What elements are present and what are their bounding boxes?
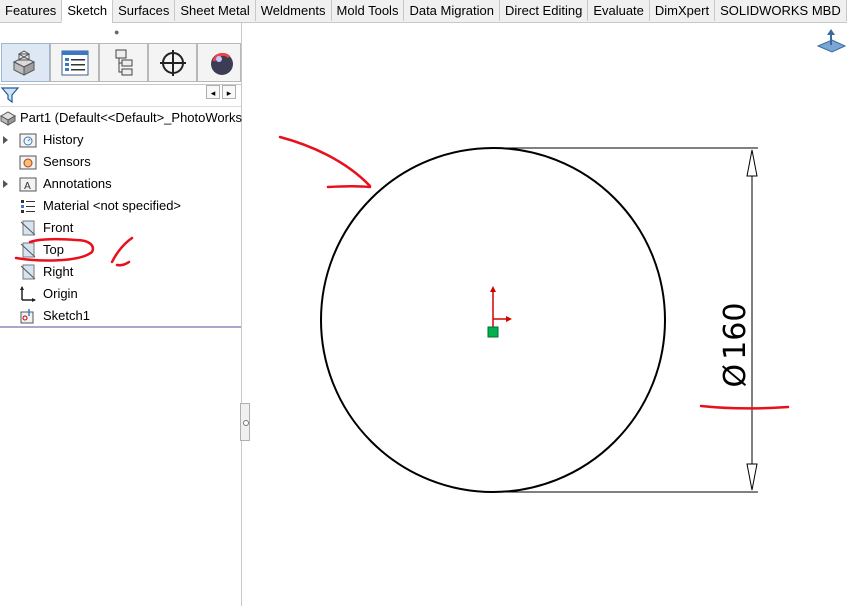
crosshair-icon [160, 50, 186, 76]
tab-sketch[interactable]: Sketch [62, 0, 114, 23]
appearance-sphere-icon [211, 52, 233, 75]
tab-mold-tools[interactable]: Mold Tools [332, 0, 405, 21]
arrowhead-top-icon [746, 149, 758, 177]
part-icon [0, 111, 17, 126]
tab-sheet-metal[interactable]: Sheet Metal [175, 0, 256, 21]
tree-item-label: Sensors [43, 154, 91, 169]
tab-solidworks-mbd[interactable]: SOLIDWORKS MBD [715, 0, 847, 21]
display-manager-tab[interactable] [197, 43, 241, 82]
tab-data-migration[interactable]: Data Migration [404, 0, 500, 21]
history-folder-icon [19, 133, 37, 148]
tree-item-label: Front [43, 220, 74, 235]
configuration-manager-tab[interactable] [99, 43, 148, 82]
filter-bar [0, 84, 241, 107]
tree-item-label: Top [43, 242, 64, 257]
command-manager-tabs: Features Sketch Surfaces Sheet Metal Wel… [0, 0, 847, 23]
manager-tabs: ◂ ▸ [0, 42, 241, 99]
plane-icon [20, 242, 36, 258]
configuration-manager-icon [115, 49, 133, 76]
annotation-arrow [278, 135, 372, 188]
sketch-canvas: Ø160 [278, 29, 847, 493]
feature-manager-icon [12, 50, 36, 76]
graphics-area[interactable]: Ø160 [242, 23, 847, 606]
material-icon [21, 200, 35, 213]
tree-item-label: Right [43, 264, 74, 279]
filter-icon[interactable] [1, 86, 19, 104]
tab-evaluate[interactable]: Evaluate [588, 0, 650, 21]
tree-item-label: Origin [43, 286, 78, 301]
tab-weldments[interactable]: Weldments [256, 0, 332, 21]
tree-root-label: Part1 (Default<<Default>_PhotoWorks [20, 110, 242, 125]
panel-grip-icon[interactable]: ● [114, 27, 119, 37]
dimension-text: Ø160 [718, 303, 753, 388]
annotations-folder-icon: A [19, 177, 37, 192]
tab-surfaces[interactable]: Surfaces [113, 0, 176, 21]
tree-item-label: Sketch1 [43, 308, 90, 323]
tab-features[interactable]: Features [0, 0, 63, 21]
expand-arrow-icon[interactable] [3, 136, 8, 144]
origin-icon [20, 286, 36, 302]
svg-text:A: A [24, 181, 31, 192]
expand-arrow-icon[interactable] [3, 180, 8, 188]
sketch-icon [20, 309, 34, 324]
tree-end-marker [0, 326, 241, 328]
sketch-origin-icon[interactable] [487, 286, 512, 338]
annotation-arrowhead [326, 185, 372, 189]
property-manager-tab[interactable] [50, 43, 99, 82]
arrowhead-bottom-icon [746, 463, 758, 491]
dimxpert-manager-tab[interactable] [148, 43, 197, 82]
diameter-dimension[interactable]: Ø160 [718, 303, 753, 388]
sensors-folder-icon [19, 155, 37, 170]
red-annotation-marks [278, 135, 790, 410]
tree-item-label: History [43, 132, 84, 147]
tab-direct-editing[interactable]: Direct Editing [500, 0, 589, 21]
tree-item-label: Annotations [43, 176, 112, 191]
property-manager-icon [61, 50, 89, 76]
view-orientation-icon[interactable] [816, 29, 847, 53]
plane-icon [20, 264, 36, 280]
feature-manager-tab[interactable] [1, 43, 50, 82]
plane-icon [20, 220, 36, 236]
tree-item-label: Material <not specified> [43, 198, 182, 213]
annotation-underline-dimension [699, 404, 790, 410]
tab-dimxpert[interactable]: DimXpert [650, 0, 716, 21]
feature-manager-pane: ● ◂ ▸ Part1 (Default<<Default>_PhotoWork… [0, 23, 242, 606]
